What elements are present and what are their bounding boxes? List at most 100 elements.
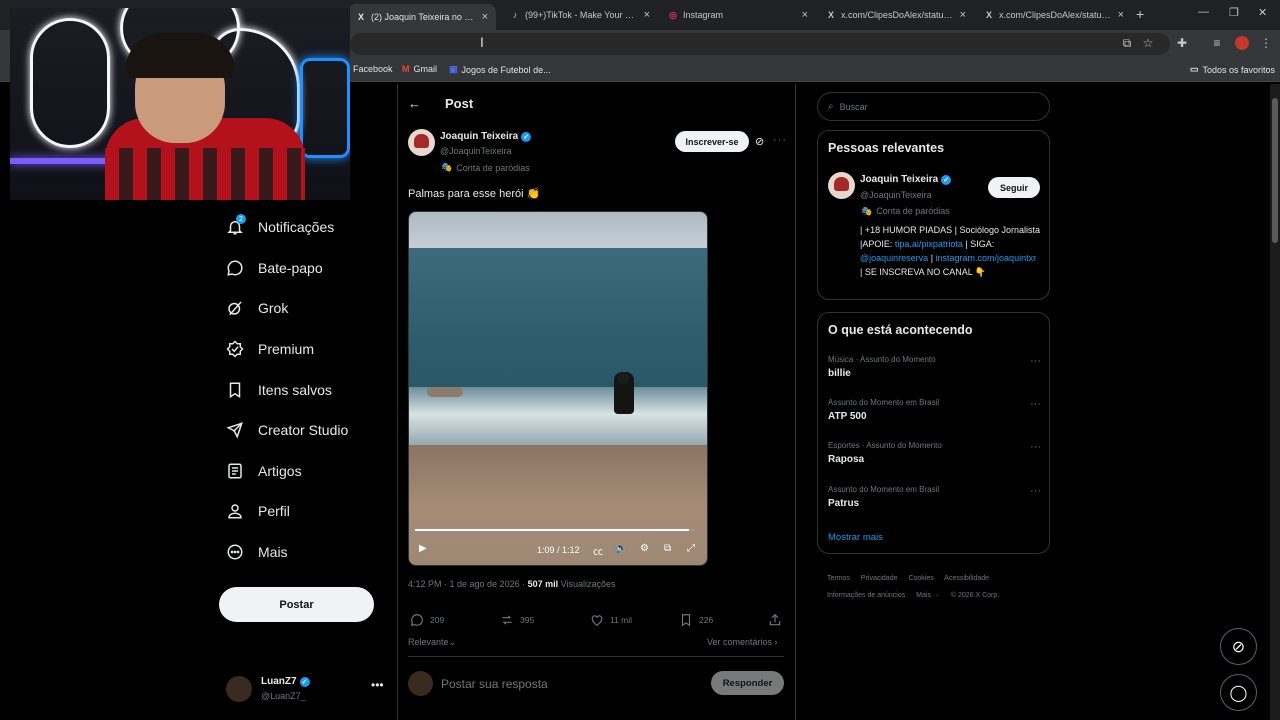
show-more-link[interactable]: Mostrar mais	[828, 532, 883, 543]
volume-icon[interactable]: 🔈	[615, 543, 627, 554]
settings-icon[interactable]: ⚙	[640, 543, 649, 554]
scrollbar-thumb[interactable]	[1272, 98, 1278, 243]
footer-link[interactable]: Informações de anúncios	[827, 592, 905, 599]
heart-icon	[591, 615, 603, 626]
star-icon[interactable]: ☆	[1140, 35, 1156, 51]
nav-more[interactable]: Mais	[226, 538, 288, 566]
share-action[interactable]	[768, 613, 788, 627]
nav-label: Notificações	[258, 219, 335, 235]
reply-input[interactable]	[441, 675, 701, 693]
menu-icon[interactable]: ⋮	[1258, 35, 1274, 51]
bio-link[interactable]: instagram.com/joaquintxr	[936, 253, 1037, 263]
more-icon[interactable]: •••	[371, 678, 384, 692]
more-circle-icon	[227, 544, 243, 560]
close-tab-icon[interactable]: ×	[644, 9, 650, 21]
more-icon[interactable]: ···	[1030, 485, 1041, 497]
address-bar[interactable]	[350, 33, 1170, 55]
browser-tab[interactable]: X x.com/ClipesDoAlex/status/20 ×	[818, 4, 974, 26]
back-arrow-icon[interactable]: ←	[408, 96, 421, 111]
all-bookmarks[interactable]: ▭ Todos os favoritos	[1190, 64, 1275, 75]
more-icon[interactable]: ···	[1030, 398, 1041, 410]
nav-creator-studio[interactable]: Creator Studio	[226, 416, 348, 444]
new-tab-icon[interactable]: +	[1136, 6, 1144, 22]
more-icon[interactable]: ···	[773, 134, 787, 146]
reply-button[interactable]: Responder	[711, 671, 784, 695]
close-tab-icon[interactable]: ×	[1118, 9, 1124, 21]
scrollbar[interactable]	[1270, 84, 1280, 720]
post-button[interactable]: Postar	[219, 587, 374, 622]
sort-dropdown[interactable]: Relevante⌄	[408, 637, 456, 648]
browser-tab[interactable]: ◎ Instagram ×	[660, 4, 816, 26]
footer-link[interactable]: Acessibilidade	[944, 575, 989, 582]
browser-tab[interactable]: X (2) Joaquin Teixeira no X: "Palm ×	[348, 4, 496, 30]
more-icon[interactable]: ···	[1030, 441, 1041, 453]
play-icon[interactable]: ▶	[419, 543, 427, 554]
tab-title: (2) Joaquin Teixeira no X: "Palm	[371, 12, 476, 22]
close-tab-icon[interactable]: ×	[960, 9, 966, 21]
nav-articles[interactable]: Artigos	[226, 457, 302, 485]
trend-item[interactable]: Assunto do Momento em Brasil Patrus ···	[828, 485, 1041, 519]
nav-chat[interactable]: Bate-papo	[226, 254, 323, 282]
video-player[interactable]: ▶ 1:09 / 1:12 ㏄ 🔈 ⚙ ⧉ ⤢	[408, 211, 708, 566]
subscribe-button[interactable]: Inscrever-se	[675, 131, 749, 152]
nav-label: Grok	[258, 300, 289, 316]
footer-link[interactable]: Cookies	[908, 575, 933, 582]
video-progress-bar[interactable]	[415, 529, 695, 531]
chat-fab-icon[interactable]: ◯	[1220, 674, 1257, 711]
close-window-icon[interactable]: ✕	[1258, 6, 1267, 19]
browser-tab[interactable]: ♪ (99+)TikTok - Make Your Day ×	[502, 4, 658, 26]
nav-saved[interactable]: Itens salvos	[226, 376, 332, 404]
repost-action[interactable]: 395	[500, 613, 534, 627]
nav-label: Creator Studio	[258, 422, 349, 438]
extensions-icon[interactable]: ✚	[1174, 35, 1190, 51]
close-tab-icon[interactable]: ×	[802, 9, 808, 21]
account-switcher[interactable]: LuanZ7 ✓ @LuanZ7_ •••	[226, 674, 386, 706]
like-action[interactable]: 11 mil	[590, 613, 632, 627]
video-time: 1:09 / 1:12	[537, 545, 580, 555]
search-input[interactable]: ⌕ Buscar	[817, 92, 1050, 121]
maximize-icon[interactable]: ❐	[1229, 6, 1239, 19]
grok-icon[interactable]: ⊘	[755, 135, 764, 148]
dock-icon[interactable]: ⧉	[664, 543, 671, 554]
text-cursor-icon: I	[480, 34, 484, 50]
trend-item[interactable]: Esportes · Assunto do Momento Raposa ···	[828, 441, 1041, 475]
user-name[interactable]: Joaquin Teixeira ✓	[860, 174, 952, 185]
media-icon[interactable]: ≡	[1209, 35, 1225, 51]
nav-profile[interactable]: Perfil	[226, 497, 290, 525]
author-handle[interactable]: @JoaquinTeixeira	[440, 146, 512, 156]
author-name[interactable]: Joaquin Teixeira ✓	[440, 131, 532, 142]
avatar[interactable]	[828, 172, 855, 199]
bookmark-gmail[interactable]: M Gmail	[402, 64, 437, 74]
bookmark-jogos[interactable]: ▣ Jogos de Futebol de...	[449, 64, 551, 75]
more-icon[interactable]: ···	[1030, 355, 1041, 367]
minimize-icon[interactable]: —	[1198, 6, 1209, 18]
footer-link[interactable]: Privacidade	[861, 575, 898, 582]
grok-fab-icon[interactable]: ⊘	[1220, 628, 1257, 665]
all-bookmarks-label: Todos os favoritos	[1202, 64, 1276, 75]
share-icon	[769, 613, 781, 626]
close-tab-icon[interactable]: ×	[482, 11, 488, 23]
fullscreen-icon[interactable]: ⤢	[687, 543, 695, 554]
trend-name: ATP 500	[828, 411, 867, 422]
chevron-right-icon: ›	[774, 637, 778, 647]
follow-button[interactable]: Seguir	[988, 177, 1040, 198]
see-comments-link[interactable]: Ver comentários ›	[707, 637, 778, 647]
nav-premium[interactable]: Premium	[226, 335, 314, 363]
captions-icon[interactable]: ㏄	[593, 543, 603, 558]
trend-item[interactable]: Música · Assunto do Momento billie ···	[828, 355, 1041, 389]
author-avatar[interactable]	[408, 129, 435, 156]
bio-link[interactable]: tipa.ai/pixpatriota	[895, 239, 963, 249]
bookmark-count: 226	[699, 615, 714, 625]
bio-link[interactable]: @joaquinreserva	[860, 253, 928, 263]
footer-link[interactable]: Termos	[827, 575, 850, 582]
footer-link[interactable]: Mais ···	[916, 592, 940, 599]
browser-tab[interactable]: X x.com/ClipesDoAlex/status/20 ×	[976, 4, 1132, 26]
bookmark-facebook[interactable]: f Facebook	[346, 64, 393, 74]
nav-grok[interactable]: Grok	[226, 294, 288, 322]
reply-action[interactable]: 209	[410, 613, 444, 627]
trend-item[interactable]: Assunto do Momento em Brasil ATP 500 ···	[828, 398, 1041, 432]
bookmark-action[interactable]: 226	[679, 613, 713, 627]
install-app-icon[interactable]: ⧉	[1119, 35, 1135, 51]
profile-avatar[interactable]	[1234, 35, 1250, 51]
webcam-overlay	[10, 8, 350, 200]
